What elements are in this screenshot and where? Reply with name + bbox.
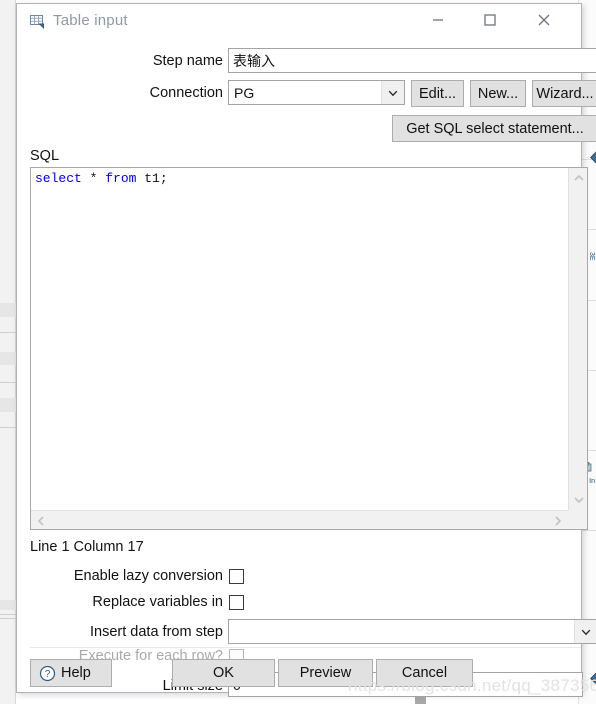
close-button[interactable] <box>521 4 567 36</box>
dialog-title: Table input <box>53 12 128 29</box>
sql-editor[interactable]: select * from t1; <box>30 167 588 530</box>
scroll-left-icon[interactable] <box>33 511 49 530</box>
background-left-divider <box>0 618 16 619</box>
connection-value: PG <box>234 84 255 101</box>
sql-table-ref: t1; <box>136 171 168 186</box>
sql-editor-text[interactable]: select * from t1; <box>31 168 567 509</box>
dialog-titlebar[interactable]: Table input <box>17 4 581 40</box>
table-input-icon <box>30 15 45 30</box>
background-left-divider <box>0 382 16 383</box>
chevron-down-icon <box>574 620 596 643</box>
background-left-divider <box>0 332 16 333</box>
insert-data-from-step-label: Insert data from step <box>90 624 223 640</box>
close-icon <box>538 14 550 26</box>
scroll-up-icon[interactable] <box>569 170 588 186</box>
help-button[interactable]: ? Help <box>30 659 112 687</box>
connection-combo[interactable]: PG <box>228 80 405 105</box>
question-circle-icon: ? <box>39 665 56 681</box>
replace-variables-checkbox[interactable] <box>229 595 244 610</box>
edit-connection-button[interactable]: Edit... <box>411 80 464 107</box>
scroll-right-icon[interactable] <box>550 511 566 530</box>
insert-data-from-step-combo[interactable] <box>228 619 596 644</box>
background-left-block <box>0 303 16 317</box>
sql-keyword-from: from <box>105 171 137 186</box>
chevron-down-icon <box>381 81 404 104</box>
background-left-divider <box>0 614 16 615</box>
background-mini-label: In <box>589 478 595 485</box>
sql-vertical-scrollbar[interactable] <box>568 168 587 510</box>
sql-cursor-status: Line 1 Column 17 <box>30 539 144 555</box>
dialog-body: Step name Connection PG Edit... New... W… <box>30 42 596 697</box>
sql-star: * <box>81 171 106 186</box>
connection-label: Connection <box>149 85 223 101</box>
lazy-conversion-label: Enable lazy conversion <box>73 568 223 584</box>
minimize-button[interactable] <box>415 4 461 36</box>
step-name-label: Step name <box>152 53 223 69</box>
sql-keyword-select: select <box>35 171 82 186</box>
sql-label: SQL <box>30 148 60 164</box>
minimize-icon <box>433 19 443 21</box>
background-left-divider <box>0 427 16 428</box>
watermark: https://blog.csdn.net/qq_38735634 <box>348 676 596 695</box>
ok-button[interactable]: OK <box>172 659 275 687</box>
scroll-down-icon[interactable] <box>569 492 588 508</box>
get-sql-select-statement-button[interactable]: Get SQL select statement... <box>392 115 596 142</box>
sql-horizontal-scrollbar[interactable] <box>31 510 568 529</box>
help-button-label: Help <box>61 665 91 681</box>
background-left-block <box>0 600 16 610</box>
sql-variable-indicator-icon[interactable]: $ <box>590 149 596 166</box>
wizard-connection-button[interactable]: Wizard... <box>532 80 596 107</box>
maximize-button[interactable] <box>467 4 513 36</box>
background-left-block <box>0 352 16 365</box>
step-name-input[interactable] <box>228 48 596 73</box>
replace-variables-label: Replace variables in <box>92 594 223 610</box>
background-left-block <box>0 398 16 412</box>
svg-text:?: ? <box>45 669 51 680</box>
background-rotated-text: 3E <box>588 252 595 261</box>
new-connection-button[interactable]: New... <box>470 80 526 107</box>
table-input-dialog: Table input Step name Connection PG <box>16 3 596 697</box>
maximize-icon <box>484 14 496 26</box>
lazy-conversion-checkbox[interactable] <box>229 569 244 584</box>
scrollbar-corner <box>568 510 587 529</box>
footer-divider <box>30 647 581 648</box>
